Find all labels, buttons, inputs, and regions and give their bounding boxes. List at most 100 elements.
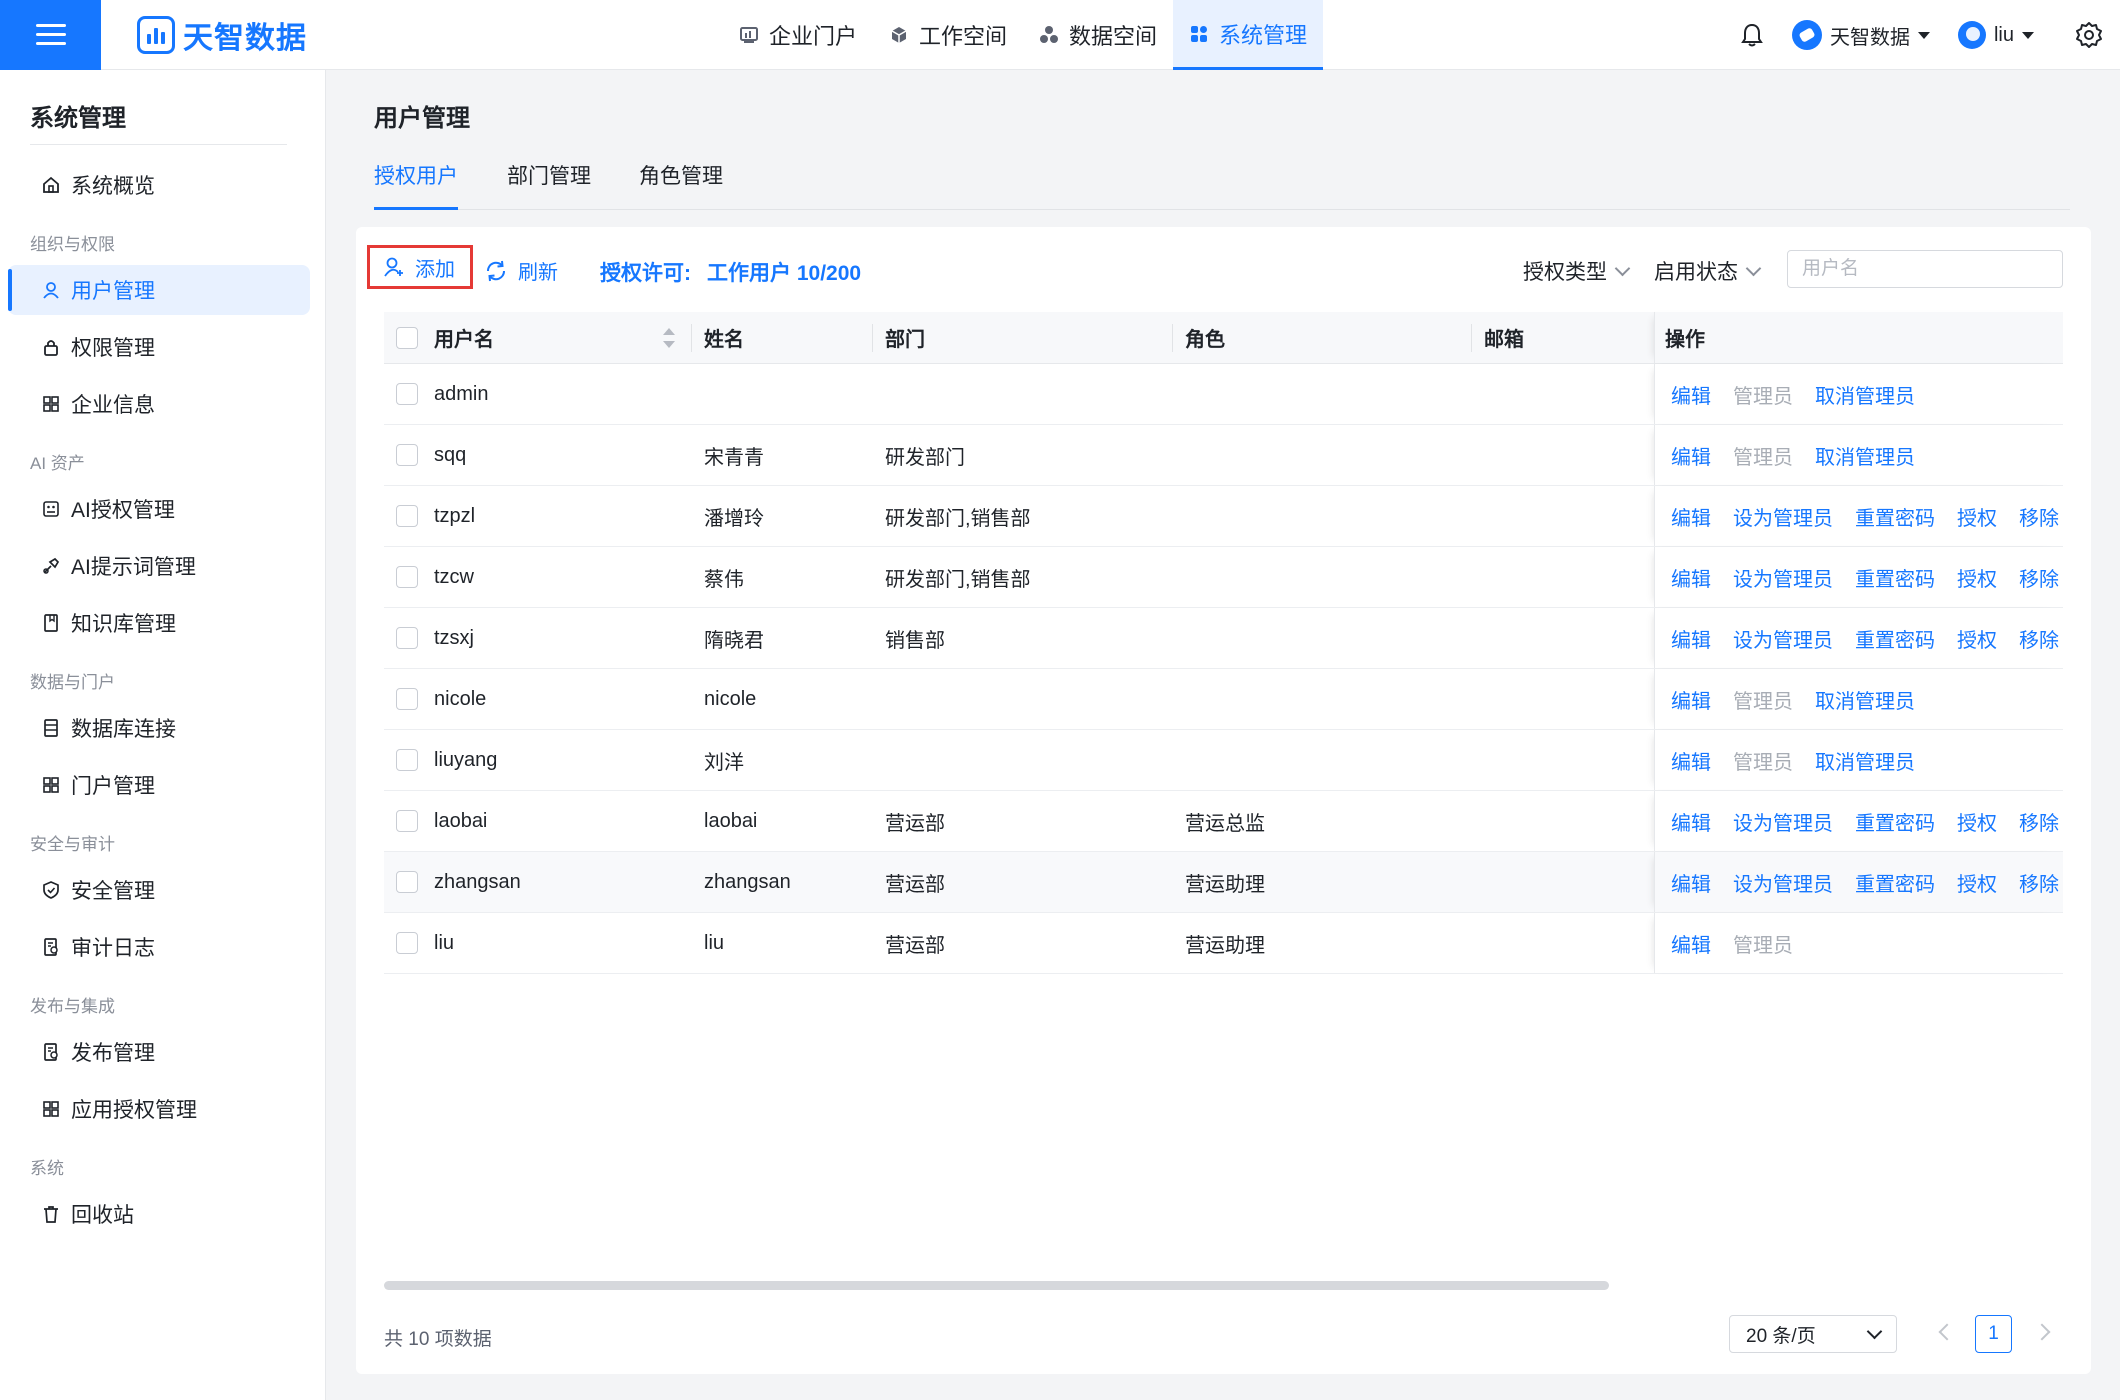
row-checkbox[interactable] [396,505,418,527]
sidebar-item-recycle-bin[interactable]: 回收站 [8,1189,310,1239]
action-edit-link[interactable]: 编辑 [1671,929,1711,958]
sidebar-item-permission-management[interactable]: 权限管理 [8,322,310,372]
enabled-status-filter[interactable]: 启用状态 [1654,256,1762,286]
row-checkbox[interactable] [396,444,418,466]
operations-group: 编辑 设为管理员 重置密码 授权 移除 [1655,547,2063,607]
action-admin-link[interactable]: 设为管理员 [1733,502,1833,531]
row-select-cell [396,669,418,729]
action-edit-link[interactable]: 编辑 [1671,441,1711,470]
refresh-button[interactable]: 刷新 [484,256,558,285]
row-checkbox[interactable] [396,871,418,893]
organization-name: 天智数据 [1829,26,1910,49]
sidebar-item-label: AI授权管理 [71,499,175,522]
action-action-link[interactable]: 重置密码 [1855,563,1935,592]
action-admin-link[interactable]: 设为管理员 [1733,807,1833,836]
user-icon [43,282,59,299]
sidebar-item-security[interactable]: 安全管理 [8,865,310,915]
action-admin-link[interactable]: 设为管理员 [1733,868,1833,897]
row-checkbox[interactable] [396,627,418,649]
page-number-current[interactable]: 1 [1975,1315,2012,1353]
brand-logo[interactable]: 天智数据 [137,14,307,56]
action-action-link[interactable]: 授权 [1957,502,1997,531]
action-action-link[interactable]: 重置密码 [1855,868,1935,897]
operations-header: 操作 [1654,312,2063,363]
tab-authorized-users[interactable]: 授权用户 [374,160,458,210]
user-menu[interactable]: liu [1957,21,2034,49]
sidebar-item-overview[interactable]: 系统概览 [8,160,310,210]
sidebar-item-enterprise-info[interactable]: 企业信息 [8,379,310,429]
action-admin-link[interactable]: 设为管理员 [1733,563,1833,592]
license-label: 授权许可: [600,262,691,285]
action-edit-link[interactable]: 编辑 [1671,868,1711,897]
action-action-link[interactable]: 取消管理员 [1815,441,1915,470]
action-action-link[interactable]: 移除 [2019,868,2059,897]
action-action-link[interactable]: 授权 [1957,868,1997,897]
action-edit-link[interactable]: 编辑 [1671,563,1711,592]
select-all-checkbox[interactable] [396,326,418,349]
row-checkbox[interactable] [396,810,418,832]
sidebar-item-knowledge-base[interactable]: 知识库管理 [8,598,310,648]
sidebar-item-ai-prompt[interactable]: AI提示词管理 [8,541,310,591]
action-edit-link[interactable]: 编辑 [1671,685,1711,714]
row-checkbox[interactable] [396,566,418,588]
row-select-cell [396,364,418,424]
action-action-link[interactable]: 重置密码 [1855,624,1935,653]
authorization-type-filter[interactable]: 授权类型 [1523,256,1631,286]
operations-cell: 编辑 管理员 取消管理员 [1654,364,2063,424]
add-user-button[interactable]: 添加 [367,245,473,289]
action-action-link[interactable]: 重置密码 [1855,807,1935,836]
action-edit-link[interactable]: 编辑 [1671,380,1711,409]
action-action-link[interactable]: 重置密码 [1855,502,1935,531]
topnav-dataspace[interactable]: 数据空间 [1023,0,1173,70]
sidebar-item-ai-authorization[interactable]: AI授权管理 [8,484,310,534]
topnav-workspace[interactable]: 工作空间 [873,0,1023,70]
gear-icon[interactable] [2074,20,2104,50]
sidebar-item-label: 系统概览 [71,175,155,198]
hamburger-icon [35,24,66,46]
chevron-down-icon [1745,260,1762,276]
horizontal-scrollbar[interactable] [384,1281,1609,1290]
row-checkbox[interactable] [396,749,418,771]
action-action-link[interactable]: 授权 [1957,624,1997,653]
sidebar-item-user-management[interactable]: 用户管理 [8,265,310,315]
action-action-link[interactable]: 取消管理员 [1815,380,1915,409]
action-edit-link[interactable]: 编辑 [1671,746,1711,775]
organization-switcher[interactable]: 天智数据 [1791,20,1930,50]
username-search-input[interactable] [1787,250,2063,288]
sidebar-item-label: 安全管理 [71,880,155,903]
action-action-link[interactable]: 移除 [2019,563,2059,592]
row-checkbox[interactable] [396,932,418,954]
row-checkbox[interactable] [396,688,418,710]
action-edit-link[interactable]: 编辑 [1671,624,1711,653]
action-action-link[interactable]: 移除 [2019,624,2059,653]
sidebar-item-audit-log[interactable]: 审计日志 [8,922,310,972]
tab-department-management[interactable]: 部门管理 [507,160,591,210]
sidebar-item-database-connection[interactable]: 数据库连接 [8,703,310,753]
action-admin-link[interactable]: 设为管理员 [1733,624,1833,653]
row-select-cell [396,913,418,973]
topnav-system-management[interactable]: 系统管理 [1173,0,1324,70]
sidebar-item-app-authorization[interactable]: 应用授权管理 [8,1084,310,1134]
page-size-select[interactable]: 20 条/页 [1729,1315,1897,1353]
topnav-enterprise-portal[interactable]: 企业门户 [723,0,873,70]
row-checkbox[interactable] [396,383,418,405]
menu-toggle-button[interactable] [0,0,101,70]
action-action-link[interactable]: 移除 [2019,807,2059,836]
bell-icon[interactable] [1738,21,1766,49]
action-edit-link[interactable]: 编辑 [1671,502,1711,531]
cell-name: laobai [704,809,758,832]
action-edit-link[interactable]: 编辑 [1671,807,1711,836]
lock-icon [44,340,58,356]
sort-icon[interactable] [663,328,675,348]
sidebar-item-portal-management[interactable]: 门户管理 [8,760,310,810]
sidebar-item-label: 用户管理 [71,280,155,303]
operations-group: 编辑 管理员 取消管理员 [1655,425,2063,485]
action-action-link[interactable]: 取消管理员 [1815,685,1915,714]
sidebar-item-publish-management[interactable]: 发布管理 [8,1027,310,1077]
action-action-link[interactable]: 移除 [2019,502,2059,531]
action-action-link[interactable]: 取消管理员 [1815,746,1915,775]
column-header-username[interactable]: 用户名 [434,312,494,363]
tab-role-management[interactable]: 角色管理 [639,160,723,210]
action-action-link[interactable]: 授权 [1957,563,1997,592]
action-action-link[interactable]: 授权 [1957,807,1997,836]
